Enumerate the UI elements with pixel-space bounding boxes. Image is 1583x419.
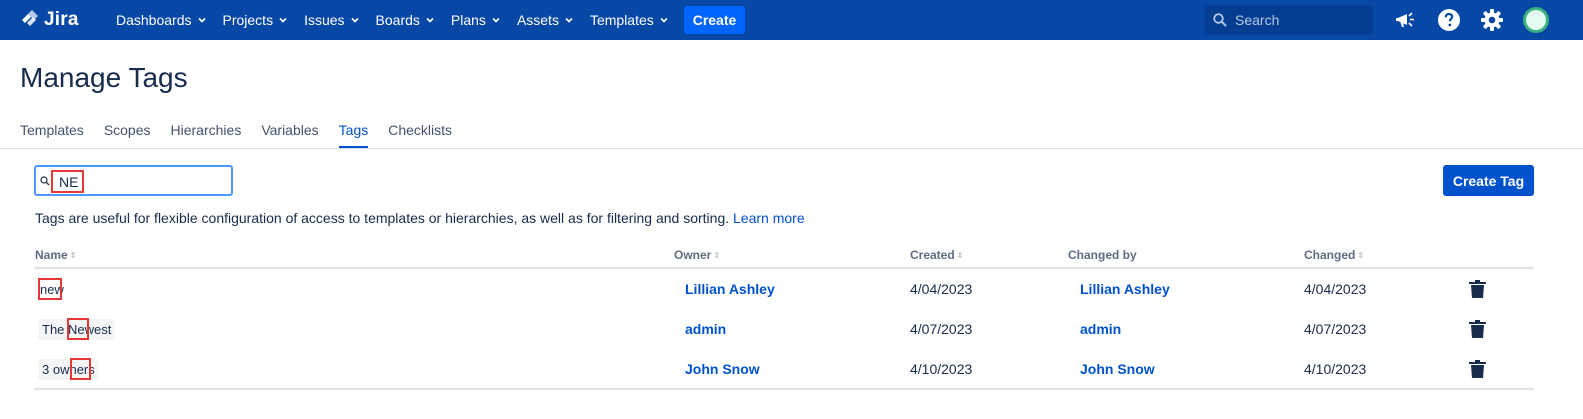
- tag-name-cell: The Newest: [38, 309, 116, 349]
- nav-projects-label: Projects: [222, 12, 274, 28]
- column-header-changed-by-label: Changed by: [1068, 248, 1137, 262]
- nav-assets-label: Assets: [516, 12, 559, 28]
- changed-by-link[interactable]: John Snow: [1080, 349, 1155, 389]
- created-date: 4/04/2023: [910, 281, 973, 297]
- column-header-created-label: Created: [910, 248, 955, 262]
- nav-projects[interactable]: Projects: [223, 12, 288, 28]
- column-header-changed-label: Changed: [1304, 248, 1356, 262]
- nav-assets[interactable]: Assets: [517, 12, 573, 28]
- nav-plans[interactable]: Plans: [451, 12, 500, 28]
- search-match-highlight: [67, 318, 89, 340]
- search-match-highlight: [38, 278, 62, 300]
- top-navigation-bar: Jira Dashboards Projects Issues Boards P…: [0, 0, 1583, 40]
- changed-by-link[interactable]: Lillian Ashley: [1080, 269, 1170, 309]
- notifications-megaphone-icon[interactable]: [1394, 8, 1418, 32]
- owner-link[interactable]: admin: [685, 309, 726, 349]
- tab-checklists[interactable]: Checklists: [388, 122, 452, 148]
- changed-date: 4/10/2023: [1304, 361, 1367, 377]
- search-placeholder: Search: [1235, 12, 1280, 28]
- column-header-owner-label: Owner: [674, 248, 712, 262]
- search-match-highlight: [70, 358, 91, 380]
- owner-link[interactable]: John Snow: [685, 349, 760, 389]
- jira-logo-icon: [22, 10, 38, 26]
- tab-hierarchies[interactable]: Hierarchies: [171, 122, 242, 148]
- search-icon: [1213, 13, 1227, 27]
- chevron-down-icon: [426, 17, 434, 23]
- chevron-down-icon: [660, 17, 668, 23]
- nav-boards[interactable]: Boards: [376, 12, 434, 28]
- column-header-owner[interactable]: Owner ⇕: [674, 248, 720, 262]
- tag-name-cell: new: [38, 269, 66, 309]
- search-icon: [40, 175, 50, 185]
- tab-tags[interactable]: Tags: [338, 122, 369, 148]
- table-row: 3 owners John Snow 4/10/2023 John Snow 4…: [0, 349, 1583, 389]
- table-row: new Lillian Ashley 4/04/2023 Lillian Ash…: [0, 269, 1583, 309]
- changed-date: 4/04/2023: [1304, 281, 1367, 297]
- nav-templates[interactable]: Templates: [590, 12, 668, 28]
- nav-dashboards-label: Dashboards: [116, 12, 192, 28]
- delete-trash-icon[interactable]: [1469, 280, 1486, 298]
- tabs-divider: [0, 148, 1583, 149]
- help-icon[interactable]: [1437, 8, 1461, 32]
- search-input[interactable]: Search: [1205, 5, 1373, 35]
- nav-issues[interactable]: Issues: [304, 12, 359, 28]
- column-header-name-label: Name: [35, 248, 68, 262]
- tabs: Templates Scopes Hierarchies Variables T…: [20, 122, 472, 148]
- chevron-down-icon: [565, 17, 573, 23]
- column-header-created[interactable]: Created ⇕: [910, 248, 963, 262]
- nav-issues-label: Issues: [304, 12, 345, 28]
- description: Tags are useful for flexible configurati…: [35, 210, 805, 226]
- chevron-down-icon: [350, 17, 359, 23]
- user-avatar[interactable]: [1523, 7, 1549, 33]
- table-bottom-divider: [34, 388, 1534, 390]
- created-date: 4/07/2023: [910, 321, 973, 337]
- sort-icon: ⇕: [69, 250, 77, 260]
- column-header-changed-by: Changed by: [1068, 248, 1137, 262]
- nav-templates-label: Templates: [589, 12, 654, 28]
- create-button[interactable]: Create: [684, 6, 745, 34]
- description-text: Tags are useful for flexible configurati…: [35, 210, 730, 226]
- main-nav: Dashboards Projects Issues Boards Plans …: [116, 0, 685, 40]
- settings-gear-icon[interactable]: [1480, 8, 1504, 32]
- tab-templates[interactable]: Templates: [20, 122, 84, 148]
- sort-icon: ⇕: [713, 250, 721, 260]
- owner-link[interactable]: Lillian Ashley: [685, 269, 775, 309]
- tag-filter-input[interactable]: NE: [34, 165, 233, 196]
- filter-value: NE: [51, 170, 85, 193]
- avatar-face: [1526, 10, 1546, 30]
- learn-more-link[interactable]: Learn more: [733, 210, 805, 226]
- changed-date: 4/07/2023: [1304, 321, 1367, 337]
- changed-by-link[interactable]: admin: [1080, 309, 1121, 349]
- nav-plans-label: Plans: [450, 12, 486, 28]
- created-date: 4/10/2023: [910, 361, 973, 377]
- tab-scopes[interactable]: Scopes: [104, 122, 151, 148]
- chevron-down-icon: [279, 17, 287, 23]
- nav-boards-label: Boards: [375, 12, 420, 28]
- sort-icon: ⇕: [956, 250, 964, 260]
- create-tag-button[interactable]: Create Tag: [1443, 165, 1534, 196]
- delete-trash-icon[interactable]: [1469, 360, 1486, 378]
- page-title: Manage Tags: [20, 62, 188, 93]
- column-header-changed[interactable]: Changed ⇕: [1304, 248, 1364, 262]
- column-header-name[interactable]: Name ⇕: [35, 248, 76, 262]
- nav-dashboards[interactable]: Dashboards: [116, 12, 206, 28]
- jira-logo-text: Jira: [44, 9, 79, 30]
- tag-name-cell: 3 owners: [38, 349, 99, 389]
- delete-trash-icon[interactable]: [1469, 320, 1486, 338]
- jira-logo[interactable]: Jira: [20, 9, 79, 31]
- chevron-down-icon: [197, 17, 206, 23]
- sort-icon: ⇕: [1357, 250, 1365, 260]
- table-row: The Newest admin 4/07/2023 admin 4/07/20…: [0, 309, 1583, 349]
- chevron-down-icon: [492, 17, 500, 23]
- tab-variables[interactable]: Variables: [261, 122, 318, 148]
